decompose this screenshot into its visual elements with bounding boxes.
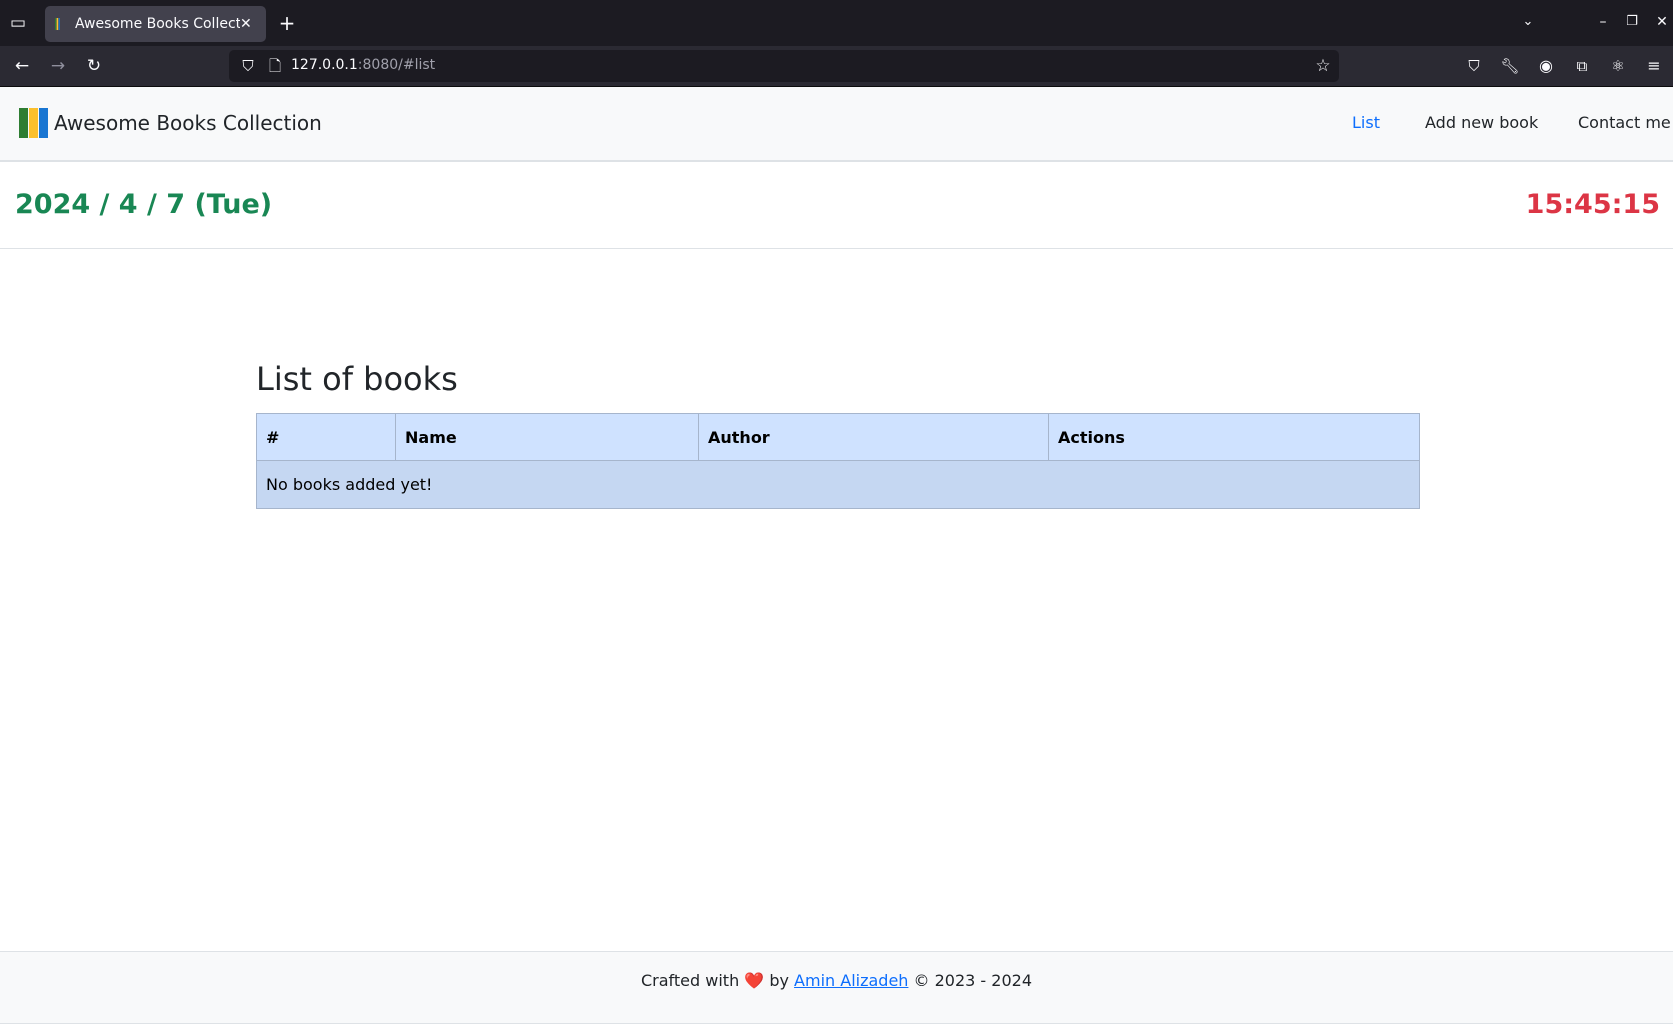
brand[interactable]: Awesome Books Collection xyxy=(19,108,322,138)
footer-prefix: Crafted with xyxy=(641,971,740,990)
account-icon[interactable]: ◉ xyxy=(1535,56,1557,76)
heart-icon: ❤️ xyxy=(744,971,765,990)
column-header-actions: Actions xyxy=(1048,413,1420,461)
nav-link-add-new-book[interactable]: Add new book xyxy=(1425,113,1538,132)
footer: Crafted with ❤️ by Amin Alizadeh © 2023 … xyxy=(0,951,1673,1024)
back-icon[interactable]: ← xyxy=(11,56,33,76)
nav-link-list[interactable]: List xyxy=(1352,113,1380,132)
books-logo-icon xyxy=(19,108,48,138)
favicon-icon xyxy=(55,18,60,30)
tab-title: Awesome Books Collection xyxy=(75,16,240,32)
close-window-icon[interactable]: ✕ xyxy=(1651,12,1673,32)
url-text[interactable]: 127.0.0.1:8080/#list xyxy=(291,57,435,73)
restore-icon[interactable]: ❐ xyxy=(1621,12,1643,32)
page-icon: 🗋 xyxy=(268,57,282,75)
new-tab-icon[interactable]: + xyxy=(276,13,298,33)
column-header-author: Author xyxy=(698,413,1049,461)
table-row: No books added yet! xyxy=(256,460,1420,509)
site-navbar: Awesome Books Collection List Add new bo… xyxy=(0,87,1673,162)
brand-title: Awesome Books Collection xyxy=(54,111,322,135)
books-table: # Name Author Actions No books added yet… xyxy=(256,413,1420,509)
react-devtools-icon[interactable]: ⚛ xyxy=(1607,56,1629,76)
author-link[interactable]: Amin Alizadeh xyxy=(794,971,908,990)
bookmark-star-icon[interactable]: ☆ xyxy=(1312,56,1334,76)
shield-icon[interactable]: ⛉ xyxy=(237,56,259,76)
table-header-row: # Name Author Actions xyxy=(256,413,1420,461)
footer-copyright: © 2023 - 2024 xyxy=(913,971,1032,990)
extensions-icon[interactable]: ⧉ xyxy=(1571,56,1593,76)
empty-message: No books added yet! xyxy=(256,460,1420,509)
column-header-number: # xyxy=(256,413,396,461)
current-date: 2024 / 4 / 7 (Tue) xyxy=(15,189,273,220)
address-bar[interactable]: ⛉ 🗋 127.0.0.1:8080/#list ☆ xyxy=(229,50,1339,82)
wrench-icon[interactable]: 🔧︎ xyxy=(1499,56,1521,76)
page-title: List of books xyxy=(256,360,458,398)
pocket-icon[interactable]: ⛉ xyxy=(1463,56,1485,76)
tab-overview-icon[interactable]: ▭ xyxy=(7,13,29,33)
forward-icon[interactable]: → xyxy=(47,56,69,76)
reload-icon[interactable]: ↻ xyxy=(83,56,105,76)
browser-tab[interactable]: Awesome Books Collection ✕ xyxy=(45,6,266,42)
footer-by: by xyxy=(769,971,789,990)
menu-icon[interactable]: ≡ xyxy=(1643,56,1665,76)
chevron-down-icon[interactable]: ⌄ xyxy=(1517,12,1539,32)
column-header-name: Name xyxy=(395,413,699,461)
current-time: 15:45:15 xyxy=(1525,189,1660,220)
browser-tab-bar: ▭ Awesome Books Collection ✕ + ⌄ – ❐ ✕ xyxy=(0,0,1673,46)
minimize-icon[interactable]: – xyxy=(1592,12,1614,32)
nav-link-contact[interactable]: Contact me xyxy=(1578,113,1671,132)
close-tab-icon[interactable]: ✕ xyxy=(240,16,252,32)
datetime-bar: 2024 / 4 / 7 (Tue) 15:45:15 xyxy=(0,162,1673,249)
